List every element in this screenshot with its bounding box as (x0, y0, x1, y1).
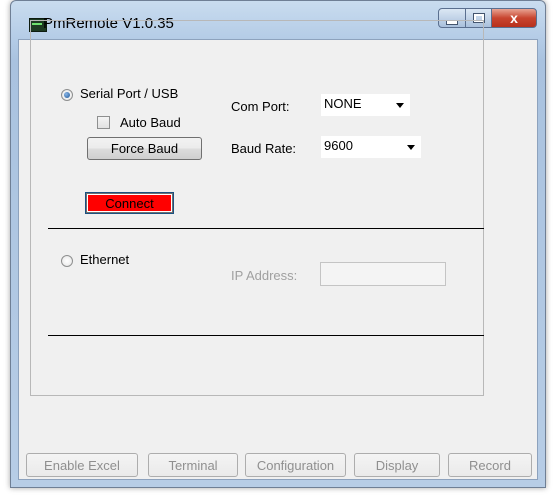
chevron-down-icon[interactable] (407, 145, 415, 150)
baud-rate-label: Baud Rate: (231, 141, 297, 156)
serial-port-radio[interactable] (61, 89, 73, 101)
section-divider (48, 335, 484, 336)
auto-baud-label[interactable]: Auto Baud (120, 115, 181, 130)
configuration-button-label: Configuration (256, 457, 335, 473)
terminal-button[interactable]: Terminal (148, 453, 238, 477)
com-port-select[interactable]: NONE (321, 94, 410, 116)
ethernet-radio[interactable] (61, 255, 73, 267)
close-icon: x (510, 10, 518, 26)
force-baud-button[interactable]: Force Baud (87, 137, 202, 160)
force-baud-button-label: Force Baud (110, 141, 179, 156)
close-button[interactable]: x (491, 8, 537, 28)
chevron-down-icon[interactable] (396, 103, 404, 108)
ip-address-label: IP Address: (231, 268, 298, 283)
baud-rate-select[interactable]: 9600 (321, 136, 421, 158)
connect-button-label: Connect (105, 195, 154, 211)
section-divider (48, 228, 484, 229)
com-port-label: Com Port: (231, 99, 290, 114)
display-button-label: Display (375, 457, 419, 473)
configuration-button[interactable]: Configuration (245, 453, 346, 477)
com-port-value: NONE (324, 96, 362, 111)
serial-port-radio-label[interactable]: Serial Port / USB (80, 86, 178, 101)
record-button-label: Record (469, 457, 511, 473)
enable-excel-button[interactable]: Enable Excel (26, 453, 138, 477)
ip-address-input[interactable] (320, 262, 446, 286)
enable-excel-button-label: Enable Excel (44, 457, 120, 473)
app-window: PmRemote V1.0.35 x Serial Port / USB Aut… (0, 0, 560, 500)
record-button[interactable]: Record (448, 453, 532, 477)
ethernet-radio-label[interactable]: Ethernet (80, 252, 129, 267)
baud-rate-value: 9600 (324, 138, 353, 153)
connect-button[interactable]: Connect (86, 193, 173, 213)
terminal-button-label: Terminal (168, 457, 218, 473)
auto-baud-checkbox[interactable] (97, 116, 110, 129)
display-button[interactable]: Display (354, 453, 440, 477)
